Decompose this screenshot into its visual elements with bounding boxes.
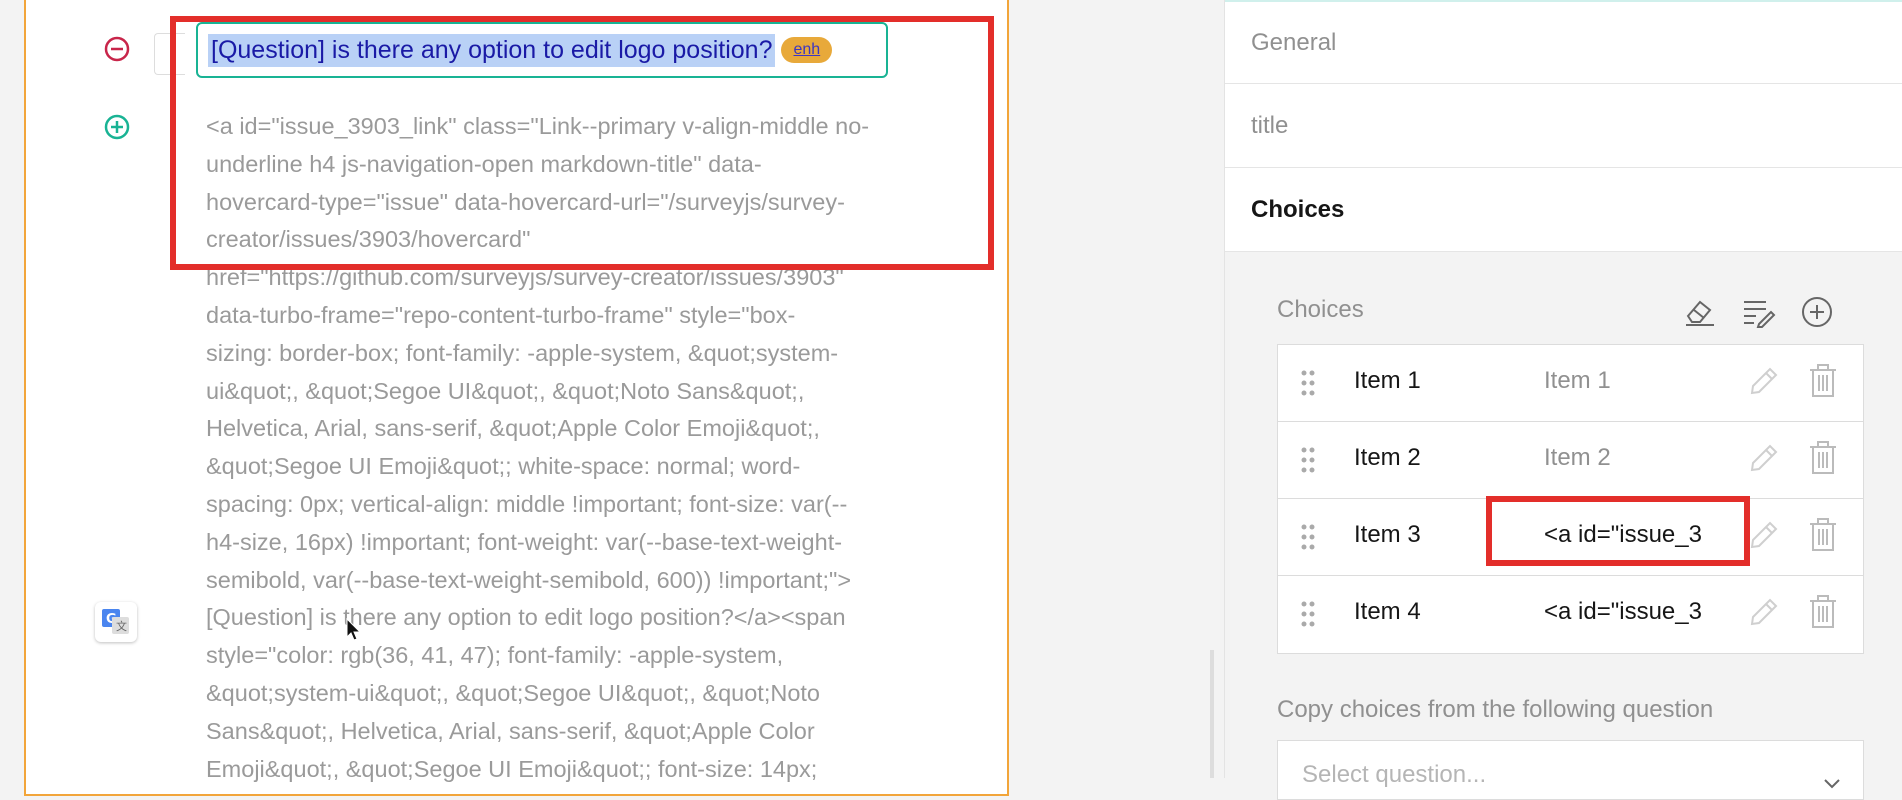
choice-text[interactable]: <a id="issue_3	[1544, 598, 1710, 626]
pencil-icon[interactable]	[1746, 596, 1780, 634]
choice-text[interactable]: <a id="issue_3	[1544, 521, 1710, 549]
enh-badge[interactable]: enh	[781, 37, 833, 63]
section-general-label: General	[1251, 28, 1337, 56]
choice-row[interactable]: Item 3 <a id="issue_3	[1278, 499, 1863, 576]
mouse-cursor-icon	[346, 617, 362, 646]
trash-icon[interactable]	[1808, 363, 1838, 403]
section-title-label: title	[1251, 111, 1289, 139]
trash-icon[interactable]	[1808, 440, 1838, 480]
section-choices[interactable]: Choices	[1225, 168, 1902, 252]
choices-table: Item 1 Item 1 Item 2 Item 2 Item 3 <a id…	[1277, 344, 1864, 654]
section-title[interactable]: title	[1225, 84, 1902, 168]
designer-surface: [Question] is there any option to edit l…	[0, 0, 1210, 796]
trash-icon[interactable]	[1808, 594, 1838, 634]
choice-value[interactable]: Item 2	[1354, 444, 1421, 472]
eraser-icon[interactable]	[1680, 292, 1720, 332]
choice-row[interactable]: Item 4 <a id="issue_3	[1278, 576, 1863, 653]
trash-icon[interactable]	[1808, 517, 1838, 557]
pencil-icon[interactable]	[1746, 365, 1780, 403]
section-general[interactable]: General	[1225, 0, 1902, 84]
drag-handle-icon[interactable]	[1300, 600, 1316, 632]
select-question-dropdown[interactable]: Select question...	[1277, 740, 1864, 800]
add-circle-icon[interactable]	[103, 113, 131, 141]
google-translate-icon[interactable]: G 文	[95, 602, 137, 642]
section-choices-label: Choices	[1251, 195, 1345, 223]
add-icon[interactable]	[1797, 292, 1837, 332]
drag-handle-icon[interactable]	[1300, 523, 1316, 555]
question-title-editor[interactable]: [Question] is there any option to edit l…	[196, 22, 888, 78]
choice-value[interactable]: Item 4	[1354, 598, 1421, 626]
choice-row[interactable]: Item 2 Item 2	[1278, 422, 1863, 499]
drag-handle-icon[interactable]	[1300, 369, 1316, 401]
choice-text[interactable]: Item 1	[1544, 367, 1710, 395]
copy-choices-label: Copy choices from the following question	[1277, 696, 1714, 723]
remove-circle-icon[interactable]	[103, 35, 131, 63]
panel-splitter[interactable]	[1210, 650, 1214, 778]
pencil-icon[interactable]	[1746, 442, 1780, 480]
question-title[interactable]: [Question] is there any option to edit l…	[208, 33, 776, 67]
choice-row[interactable]: Item 1 Item 1	[1278, 345, 1863, 422]
select-question-placeholder: Select question...	[1302, 761, 1487, 788]
choice-text[interactable]: Item 2	[1544, 444, 1710, 472]
choices-label: Choices	[1277, 296, 1364, 323]
question-number-box	[154, 33, 185, 75]
property-grid: General title Choices Choices Item 1 Ite…	[1224, 0, 1902, 800]
drag-handle-icon[interactable]	[1300, 446, 1316, 478]
question-description[interactable]: <a id="issue_3903_link" class="Link--pri…	[206, 108, 986, 788]
edit-list-icon[interactable]	[1739, 292, 1779, 332]
chevron-down-icon[interactable]	[1823, 769, 1841, 797]
choice-value[interactable]: Item 1	[1354, 367, 1421, 395]
choice-value[interactable]: Item 3	[1354, 521, 1421, 549]
svg-text:文: 文	[116, 619, 127, 633]
pencil-icon[interactable]	[1746, 519, 1780, 557]
